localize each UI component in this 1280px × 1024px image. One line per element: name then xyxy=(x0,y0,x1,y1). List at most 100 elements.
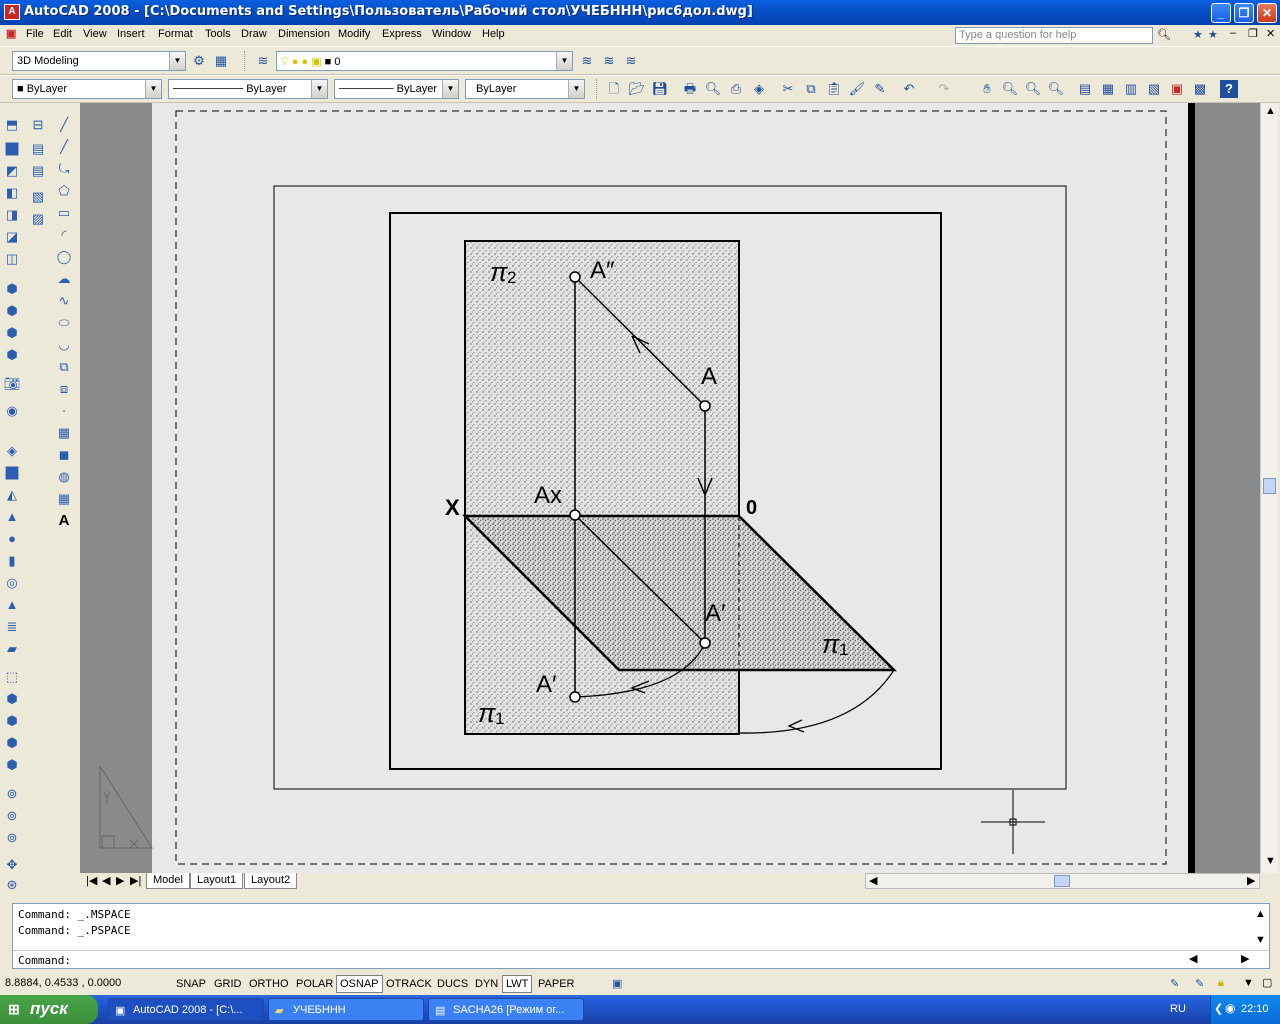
network-icon[interactable]: ◉ xyxy=(1225,1001,1235,1015)
menu-help[interactable]: Help xyxy=(482,28,505,40)
scroll-right-icon[interactable]: ▶ xyxy=(1247,874,1255,887)
polyline-icon[interactable]: ⤿ xyxy=(55,160,73,178)
render-icon[interactable]: ▧ xyxy=(29,188,47,206)
paste-icon[interactable]: 📋︎ xyxy=(825,80,843,98)
walk-icon[interactable]: ⊛ xyxy=(3,876,21,894)
block-editor-icon[interactable]: ✎ xyxy=(871,80,889,98)
help-search-input[interactable]: Type a question for help xyxy=(955,27,1153,44)
plot-preview-icon[interactable]: 🔍︎ xyxy=(704,80,722,98)
autocad-app-icon[interactable]: A xyxy=(4,4,20,20)
loft-icon[interactable]: ⬢ xyxy=(3,346,21,364)
zoom-previous-icon[interactable]: 🔍︎ xyxy=(1047,80,1065,98)
3d-dwf-icon[interactable]: ◈ xyxy=(750,80,768,98)
lock-icon[interactable]: 🔒︎ xyxy=(1218,977,1224,990)
scroll-left-icon[interactable]: ◀ xyxy=(869,874,877,887)
otrack-toggle[interactable]: OTRACK xyxy=(382,975,436,993)
menu-tools[interactable]: Tools xyxy=(205,28,231,40)
lineweight-dropdown[interactable]: ─────── ByLayer ▼ xyxy=(334,79,459,99)
menu-view[interactable]: View xyxy=(83,28,107,40)
clock[interactable]: 22:10 xyxy=(1241,1003,1269,1015)
menu-format[interactable]: Format xyxy=(158,28,193,40)
revision-cloud-icon[interactable]: ☁ xyxy=(55,270,73,288)
sweep-icon[interactable]: ⬢ xyxy=(3,324,21,342)
table-icon[interactable]: ▦ xyxy=(55,490,73,508)
toolbar-lock-icon[interactable]: ✎ xyxy=(1195,977,1204,990)
polar-toggle[interactable]: POLAR xyxy=(292,975,337,993)
doc-restore-button[interactable]: ❐ xyxy=(1248,27,1258,40)
solid-torus-icon[interactable]: ◎ xyxy=(3,574,21,592)
layer-properties-icon[interactable]: ≋ xyxy=(254,52,272,70)
minimize-button[interactable]: _ xyxy=(1211,3,1231,23)
prev-tab-icon[interactable]: ◀ xyxy=(102,874,110,887)
3d-array-icon[interactable]: ⬢ xyxy=(3,734,21,752)
redo-icon[interactable]: ↷ xyxy=(935,80,953,98)
maximize-viewport-icon[interactable]: ▣ xyxy=(612,977,622,990)
grid-toggle[interactable]: GRID xyxy=(210,975,246,993)
plotstyle-dropdown[interactable]: ByLayer ▼ xyxy=(465,79,585,99)
communication-icon[interactable]: ✎ xyxy=(1170,977,1179,990)
revolve-icon[interactable]: ⬢ xyxy=(3,302,21,320)
close-button[interactable]: ✕ xyxy=(1257,3,1277,23)
make-block-icon[interactable]: ⧈ xyxy=(55,380,73,398)
coordinate-readout[interactable]: 8.8884, 0.4533 , 0.0000 xyxy=(5,977,121,989)
sphere-icon[interactable]: ◨ xyxy=(3,206,21,224)
ucs-icon[interactable]: ⬒ xyxy=(3,116,21,134)
cmd-scroll-right-icon[interactable]: ▶ xyxy=(1241,952,1249,965)
line-icon[interactable]: ╱ xyxy=(55,116,73,134)
3d-align-icon[interactable]: ⬢ xyxy=(3,712,21,730)
union-icon[interactable]: ⊚ xyxy=(3,785,21,803)
solid-wedge-icon[interactable]: ◭ xyxy=(3,486,21,504)
subtract-icon[interactable]: ⊚ xyxy=(3,807,21,825)
intersect-icon[interactable]: ⊚ xyxy=(3,829,21,847)
pan-icon[interactable]: ✋︎ xyxy=(978,80,996,98)
restore-button[interactable]: ❐ xyxy=(1234,3,1254,23)
torus-icon[interactable]: ◫ xyxy=(3,250,21,268)
dyn-toggle[interactable]: DYN xyxy=(471,975,502,993)
plot-icon[interactable]: 🖶︎ xyxy=(681,80,699,98)
sheet-set-icon[interactable]: ▧ xyxy=(1145,80,1163,98)
layer-states-icon[interactable]: ≋ xyxy=(622,52,640,70)
3d-rotate-icon[interactable]: ⬢ xyxy=(3,690,21,708)
lwt-toggle[interactable]: LWT xyxy=(502,975,533,993)
quickcalc-icon[interactable]: ▩ xyxy=(1191,80,1209,98)
layer-dropdown[interactable]: 💡︎ ● ● ▣ ■ 0 ▼ xyxy=(276,51,573,71)
menu-draw[interactable]: Draw xyxy=(241,28,267,40)
menu-modify[interactable]: Modify xyxy=(338,28,370,40)
cylinder-icon[interactable]: ◪ xyxy=(3,228,21,246)
linetype-dropdown[interactable]: ───────── ByLayer ▼ xyxy=(168,79,328,99)
flatshot-icon[interactable]: ▤ xyxy=(29,140,47,158)
first-tab-icon[interactable]: |◀ xyxy=(86,874,97,887)
task-word[interactable]: ▤ SACHA26 [Режим ог... xyxy=(428,998,584,1021)
zoom-window-icon[interactable]: 🔍︎ xyxy=(1024,80,1042,98)
solid-box-icon[interactable]: ⬛︎ xyxy=(3,464,21,482)
paper-sheet[interactable]: π 2 A″ A Ax X 0 A′ A′ π 1 π 1 xyxy=(152,103,1188,873)
scroll-down-icon[interactable]: ▼ xyxy=(1265,855,1276,867)
solid-cylinder-icon[interactable]: ▮ xyxy=(3,552,21,570)
clean-screen-icon[interactable]: ▢ xyxy=(1262,976,1272,989)
ellipse-icon[interactable]: ⬭ xyxy=(55,314,73,332)
markup-icon[interactable]: ▣ xyxy=(1168,80,1186,98)
extrude-icon[interactable]: ⬢ xyxy=(3,280,21,298)
ellipse-arc-icon[interactable]: ◡ xyxy=(55,336,73,354)
match-properties-icon[interactable]: 🖌︎ xyxy=(848,80,866,98)
polygon-icon[interactable]: ⬠ xyxy=(55,182,73,200)
circle-icon[interactable]: ◯ xyxy=(55,248,73,266)
design-center-icon[interactable]: ▦ xyxy=(1099,80,1117,98)
menu-express[interactable]: Express xyxy=(382,28,422,40)
paper-model-toggle[interactable]: PAPER xyxy=(534,975,578,993)
workspace-manage-icon[interactable]: ▦ xyxy=(212,52,230,70)
publish-icon[interactable]: ⎙ xyxy=(727,80,745,98)
box-icon[interactable]: ⬛︎ xyxy=(3,140,21,158)
doc-close-button[interactable]: ✕ xyxy=(1266,27,1275,40)
new-file-icon[interactable]: 🗋︎ xyxy=(605,80,623,98)
command-prompt[interactable]: Command: xyxy=(18,954,71,967)
doc-minimize-button[interactable]: – xyxy=(1230,27,1236,39)
arc-icon[interactable]: ◜ xyxy=(55,226,73,244)
solid-sphere-icon[interactable]: ● xyxy=(3,530,21,548)
hatch-icon[interactable]: ▦ xyxy=(55,424,73,442)
hscroll-thumb[interactable] xyxy=(1054,875,1070,887)
workspace-settings-icon[interactable]: ⚙ xyxy=(190,52,208,70)
horizontal-scrollbar[interactable]: ◀ ▶ xyxy=(865,873,1260,889)
3d-mirror-icon[interactable]: ⬢ xyxy=(3,756,21,774)
osnap-toggle[interactable]: OSNAP xyxy=(336,975,383,993)
